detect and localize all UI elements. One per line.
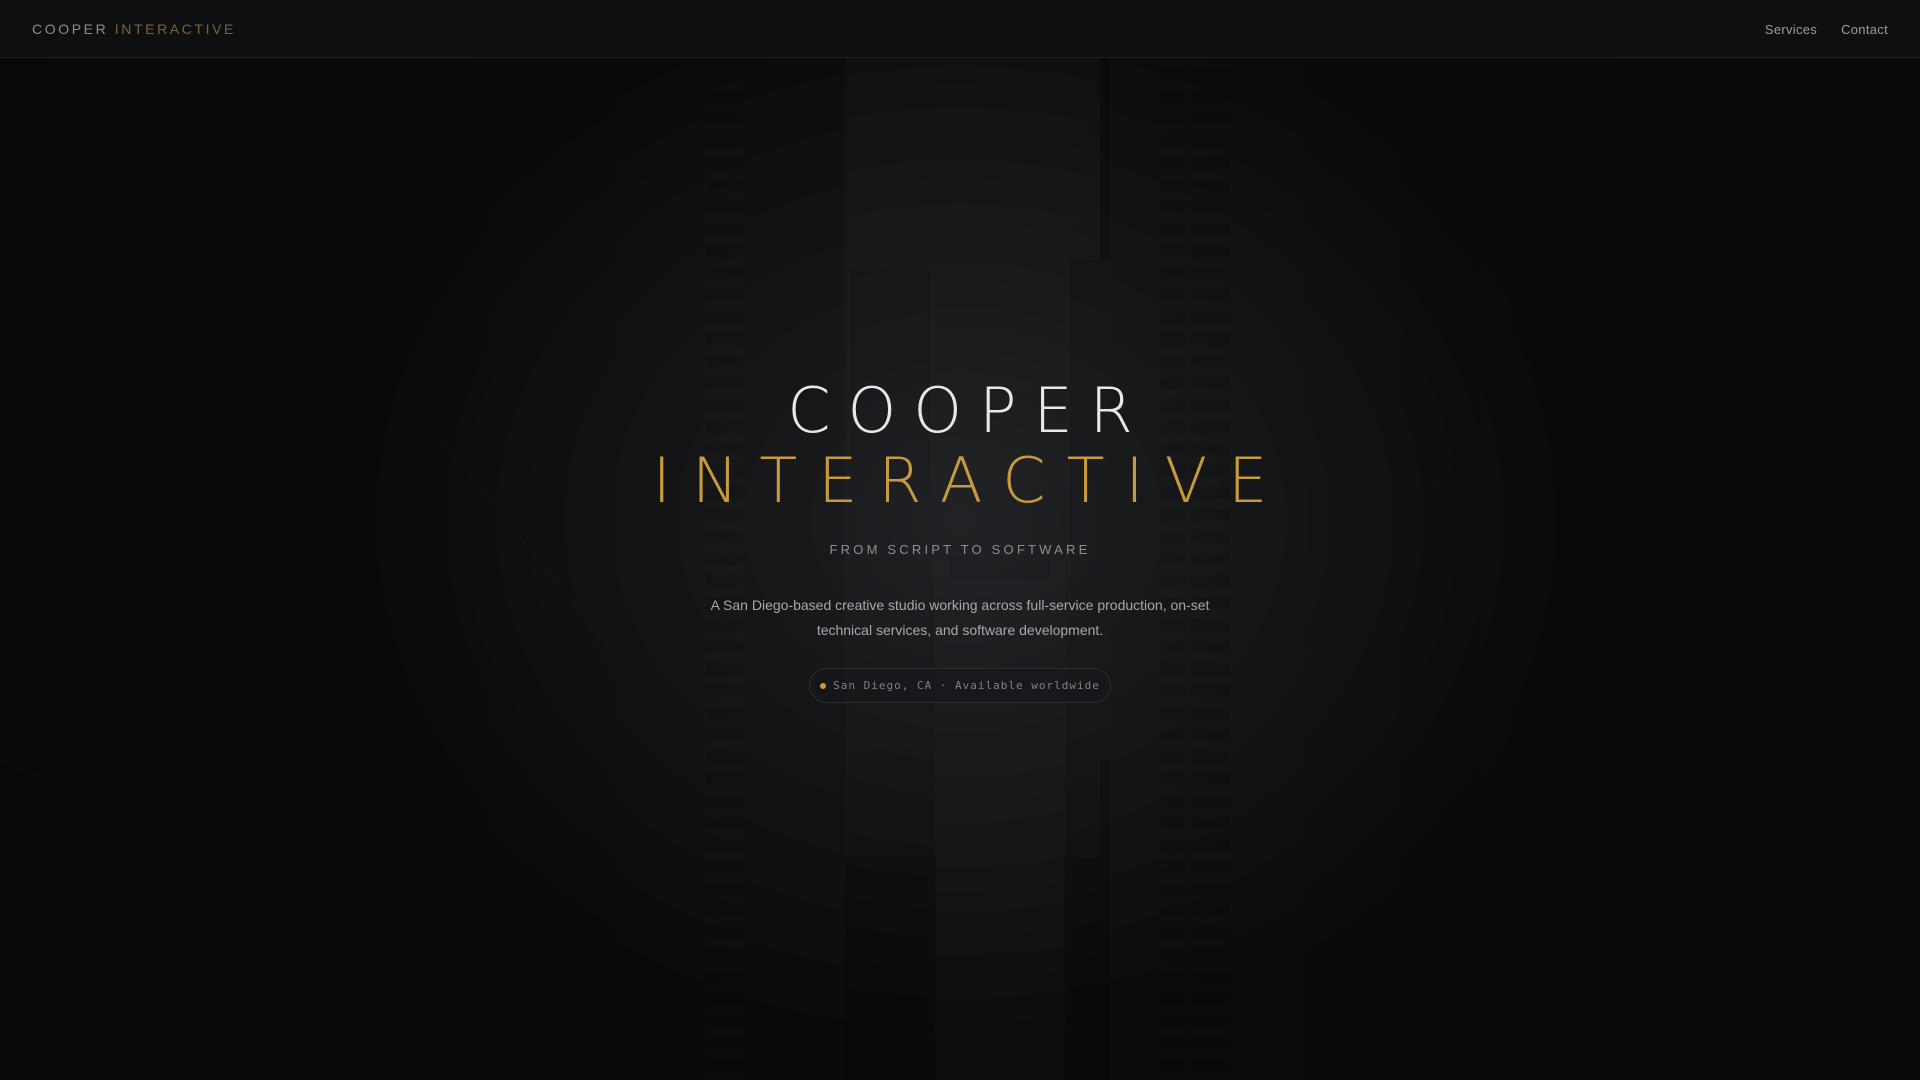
nav-link-services[interactable]: Services — [1765, 22, 1817, 37]
hero-tagline: FROM SCRIPT TO SOFTWARE — [829, 542, 1091, 557]
brand-logo[interactable]: COOPER INTERACTIVE — [32, 0, 236, 58]
hero-title-line1: COOPER — [787, 374, 1150, 447]
location-dot-icon — [820, 682, 827, 689]
nav-links: Services Contact — [1765, 0, 1888, 58]
brand-name-part1: COOPER — [32, 21, 109, 37]
hero-description: A San Diego-based creative studio workin… — [710, 597, 1210, 638]
brand-name-part2: INTERACTIVE — [114, 21, 236, 37]
page: COOPER INTERACTIVE Services Contact COOP… — [0, 0, 1920, 1080]
location-badge: San Diego, CA · Available worldwide — [809, 668, 1111, 703]
nav-link-contact[interactable]: Contact — [1841, 22, 1888, 37]
hero-title-line2: INTERACTIVE — [652, 444, 1289, 517]
top-navigation-bar: COOPER INTERACTIVE Services Contact — [0, 0, 1920, 58]
location-text: San Diego, CA · Available worldwide — [833, 679, 1100, 692]
hero-section: COOPER INTERACTIVE FROM SCRIPT TO SOFTWA… — [0, 0, 1920, 1080]
